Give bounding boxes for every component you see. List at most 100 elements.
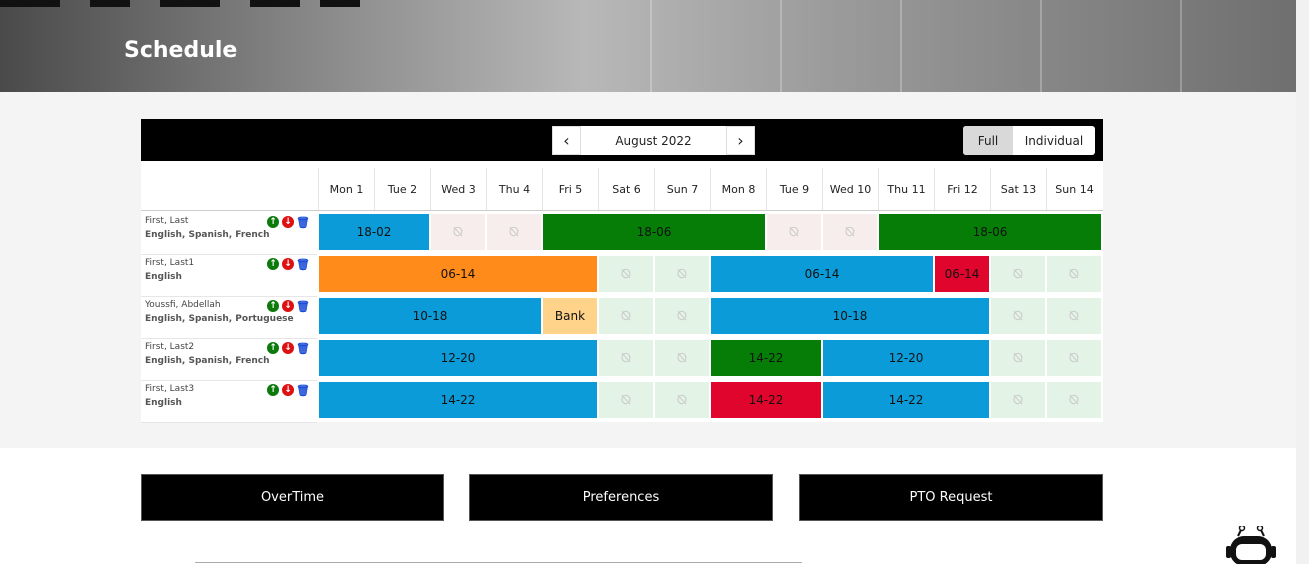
employee-row: First, Last1 English ↑ ↓ 🗑 [141, 255, 317, 297]
day-off-cell[interactable]: ⦰ [823, 214, 877, 250]
scrollbar[interactable] [1296, 0, 1309, 564]
move-down-icon[interactable]: ↓ [282, 216, 294, 228]
day-off-cell[interactable]: ⦰ [599, 298, 653, 334]
day-header: Wed 10 [822, 168, 878, 210]
overtime-button[interactable]: OverTime [141, 474, 444, 521]
employee-languages: English, Spanish, Portuguese [145, 314, 294, 324]
move-down-icon[interactable]: ↓ [282, 258, 294, 270]
pto-request-button[interactable]: PTO Request [799, 474, 1103, 521]
day-off-cell[interactable]: ⦰ [1047, 298, 1101, 334]
day-off-cell[interactable]: ⦰ [1047, 382, 1101, 418]
day-off-cell[interactable]: ⦰ [655, 340, 709, 376]
no-shift-icon: ⦰ [844, 224, 856, 240]
employee-languages: English [145, 272, 182, 282]
shift-block[interactable]: 12-20 [319, 340, 597, 376]
move-up-icon[interactable]: ↑ [267, 384, 279, 396]
trash-icon[interactable]: 🗑 [296, 258, 310, 270]
shift-block[interactable]: 18-06 [543, 214, 765, 250]
header-divider [141, 210, 1103, 211]
day-header: Fri 12 [934, 168, 990, 210]
shift-block[interactable]: Bank [543, 298, 597, 334]
view-individual-button[interactable]: Individual [1013, 126, 1095, 155]
page-title: Schedule [124, 38, 238, 63]
day-off-cell[interactable]: ⦰ [991, 340, 1045, 376]
move-up-icon[interactable]: ↑ [267, 216, 279, 228]
shift-block[interactable]: 06-14 [935, 256, 989, 292]
day-off-cell[interactable]: ⦰ [991, 298, 1045, 334]
employee-languages: English [145, 398, 182, 408]
employee-name: First, Last [145, 216, 189, 226]
no-shift-icon: ⦰ [620, 392, 632, 408]
employee-name: First, Last1 [145, 258, 195, 268]
shift-block[interactable]: 10-18 [319, 298, 541, 334]
employee-row: First, Last2 English, Spanish, French ↑ ↓ 🗑 [141, 339, 317, 381]
day-off-cell[interactable]: ⦰ [991, 256, 1045, 292]
no-shift-icon: ⦰ [1012, 308, 1024, 324]
no-shift-icon: ⦰ [452, 224, 464, 240]
day-header: Thu 11 [878, 168, 934, 210]
day-off-cell[interactable]: ⦰ [1047, 340, 1101, 376]
no-shift-icon: ⦰ [620, 350, 632, 366]
no-shift-icon: ⦰ [1068, 308, 1080, 324]
move-up-icon[interactable]: ↑ [267, 342, 279, 354]
day-header: Sun 14 [1046, 168, 1102, 210]
day-off-cell[interactable]: ⦰ [599, 382, 653, 418]
day-header: Thu 4 [486, 168, 542, 210]
day-off-cell[interactable]: ⦰ [655, 382, 709, 418]
preferences-button[interactable]: Preferences [469, 474, 773, 521]
employee-name: Youssfi, Abdellah [145, 300, 221, 310]
shift-block[interactable]: 06-14 [319, 256, 597, 292]
day-header: Mon 8 [710, 168, 766, 210]
shift-block[interactable]: 14-22 [711, 340, 821, 376]
day-off-cell[interactable]: ⦰ [487, 214, 541, 250]
no-shift-icon: ⦰ [788, 224, 800, 240]
employee-name: First, Last2 [145, 342, 195, 352]
no-shift-icon: ⦰ [1068, 350, 1080, 366]
shift-block[interactable]: 18-06 [879, 214, 1101, 250]
day-off-cell[interactable]: ⦰ [599, 340, 653, 376]
schedule-calendar: ‹ August 2022 › Full Individual Mon 1 Tue… [141, 119, 1103, 423]
employee-row: First, Last3 English ↑ ↓ 🗑 [141, 381, 317, 423]
day-off-cell[interactable]: ⦰ [431, 214, 485, 250]
move-down-icon[interactable]: ↓ [282, 342, 294, 354]
no-shift-icon: ⦰ [620, 308, 632, 324]
day-off-cell[interactable]: ⦰ [991, 382, 1045, 418]
chatbot-icon[interactable] [1224, 524, 1278, 566]
month-label: August 2022 [615, 133, 692, 148]
day-off-cell[interactable]: ⦰ [767, 214, 821, 250]
month-navigator: ‹ August 2022 › [552, 126, 755, 155]
view-full-button[interactable]: Full [963, 126, 1013, 155]
no-shift-icon: ⦰ [1012, 266, 1024, 282]
trash-icon[interactable]: 🗑 [296, 216, 310, 228]
employee-row: Youssfi, Abdellah English, Spanish, Portu… [141, 297, 317, 339]
day-off-cell[interactable]: ⦰ [655, 256, 709, 292]
view-toggle: Full Individual [963, 126, 1095, 155]
shift-block[interactable]: 14-22 [823, 382, 989, 418]
shift-block[interactable]: 14-22 [319, 382, 597, 418]
shift-block[interactable]: 10-18 [711, 298, 989, 334]
day-header: Mon 1 [318, 168, 374, 210]
move-down-icon[interactable]: ↓ [282, 384, 294, 396]
move-up-icon[interactable]: ↑ [267, 258, 279, 270]
move-down-icon[interactable]: ↓ [282, 300, 294, 312]
shift-block[interactable]: 06-14 [711, 256, 933, 292]
day-off-cell[interactable]: ⦰ [599, 256, 653, 292]
day-off-cell[interactable]: ⦰ [655, 298, 709, 334]
calendar-toolbar: ‹ August 2022 › Full Individual [141, 119, 1103, 161]
no-shift-icon: ⦰ [1012, 392, 1024, 408]
shift-block[interactable]: 14-22 [711, 382, 821, 418]
trash-icon[interactable]: 🗑 [296, 384, 310, 396]
shift-block[interactable]: 18-02 [319, 214, 429, 250]
no-shift-icon: ⦰ [676, 308, 688, 324]
chevron-right-icon[interactable]: › [726, 126, 755, 155]
trash-icon[interactable]: 🗑 [296, 342, 310, 354]
day-header: Wed 3 [430, 168, 486, 210]
day-header: Fri 5 [542, 168, 598, 210]
day-off-cell[interactable]: ⦰ [1047, 256, 1101, 292]
shift-block[interactable]: 12-20 [823, 340, 989, 376]
trash-icon[interactable]: 🗑 [296, 300, 310, 312]
chevron-left-icon[interactable]: ‹ [552, 126, 581, 155]
no-shift-icon: ⦰ [508, 224, 520, 240]
move-up-icon[interactable]: ↑ [267, 300, 279, 312]
no-shift-icon: ⦰ [1068, 392, 1080, 408]
